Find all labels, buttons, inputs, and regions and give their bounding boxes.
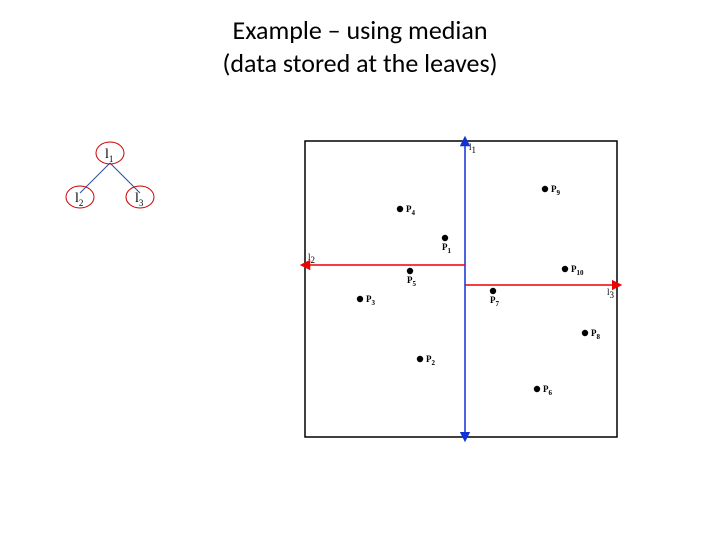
plane-border xyxy=(305,141,617,437)
tree-node-left-label: l2 xyxy=(75,191,83,208)
point-P5 xyxy=(407,268,413,274)
tree-edge-right xyxy=(110,163,140,193)
point-label-P1: P1 xyxy=(442,242,452,255)
partition-l2-label: l2 xyxy=(308,252,315,265)
point-label-P7: P7 xyxy=(490,295,500,308)
point-P2 xyxy=(417,356,423,362)
point-label-P9: P9 xyxy=(551,184,561,197)
point-P3 xyxy=(357,296,363,302)
point-label-P4: P4 xyxy=(406,204,416,217)
point-P8 xyxy=(582,330,588,336)
partition-l3-label: l3 xyxy=(607,287,615,300)
tree-node-right-label: l3 xyxy=(135,191,144,208)
point-label-P2: P2 xyxy=(426,354,436,367)
point-label-P8: P8 xyxy=(591,328,601,341)
point-label-P5: P5 xyxy=(407,275,417,288)
point-P4 xyxy=(397,206,403,212)
partition-l1-label: l1 xyxy=(469,142,476,155)
diagram-stage: l1 l2 l3 l1 l2 xyxy=(0,0,720,540)
tree-node-root-label: l1 xyxy=(105,147,113,164)
tree-edge-left xyxy=(80,163,110,193)
point-P10 xyxy=(562,266,568,272)
points-group: P4 P9 P1 P5 P10 P3 P7 P2 P8 P6 xyxy=(357,184,601,397)
point-P6 xyxy=(534,386,540,392)
point-label-P3: P3 xyxy=(366,294,376,307)
point-P9 xyxy=(542,186,548,192)
point-P7 xyxy=(490,288,496,294)
point-label-P6: P6 xyxy=(543,384,553,397)
point-label-P10: P10 xyxy=(571,264,584,277)
point-P1 xyxy=(442,235,448,241)
